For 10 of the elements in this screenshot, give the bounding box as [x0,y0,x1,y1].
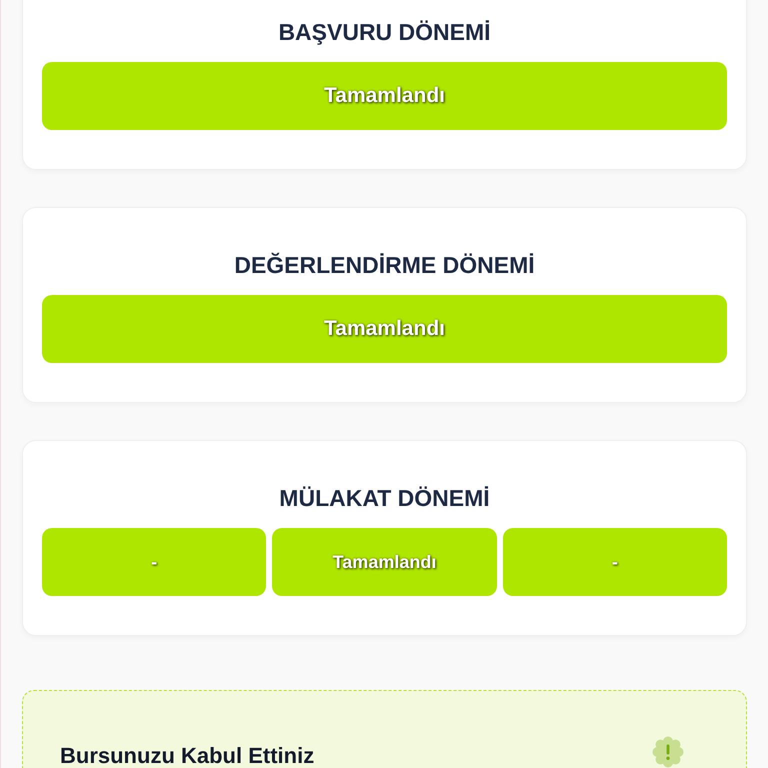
stage-title: BAŞVURU DÖNEMİ [278,18,491,47]
stage-title: DEĞERLENDİRME DÖNEMİ [234,251,535,280]
status-badge: Tamamlandı [42,62,727,130]
status-badge: Tamamlandı [42,295,727,363]
exclamation-badge-icon [652,736,684,768]
status-badge: - [42,528,266,596]
status-badge: - [502,528,727,596]
notice-title: Bursunuzu Kabul Ettiniz [60,743,314,768]
status-badge: Tamamlandı [272,528,497,596]
stage-title: MÜLAKAT DÖNEMİ [279,484,490,513]
